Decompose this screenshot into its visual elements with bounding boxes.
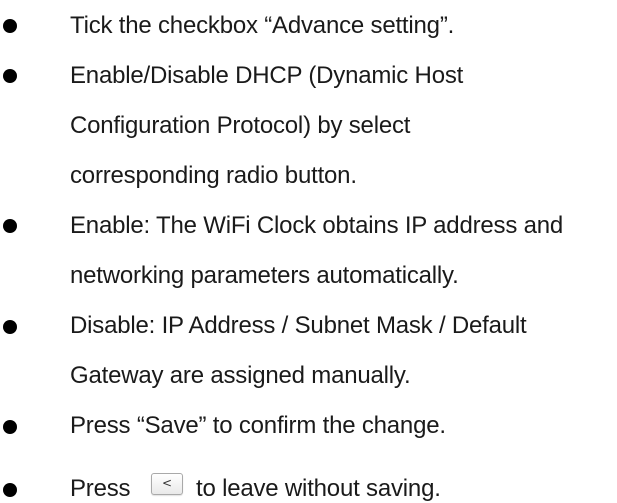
bullet-icon bbox=[3, 19, 17, 33]
bullet-icon bbox=[3, 420, 17, 434]
instruction-text: Press “Save” to confirm the change. bbox=[70, 412, 446, 439]
instruction-text: networking parameters automatically. bbox=[70, 262, 459, 289]
instruction-text-suffix: to leave without saving. bbox=[196, 475, 441, 502]
instruction-text: Enable: The WiFi Clock obtains IP addres… bbox=[70, 212, 564, 239]
instruction-text: Configuration Protocol) by select bbox=[70, 112, 411, 139]
instruction-text-prefix: Press bbox=[70, 475, 131, 502]
bullet-icon bbox=[3, 69, 17, 83]
instruction-list: Tick the checkbox “Advance setting”. Ena… bbox=[0, 0, 617, 502]
bullet-icon bbox=[3, 320, 17, 334]
instruction-text: Tick the checkbox “Advance setting”. bbox=[70, 12, 455, 39]
bullet-icon bbox=[3, 219, 17, 233]
instruction-text: Disable: IP Address / Subnet Mask / Defa… bbox=[70, 312, 527, 339]
back-button[interactable]: < bbox=[151, 473, 183, 495]
instruction-text: Gateway are assigned manually. bbox=[70, 362, 411, 389]
instruction-text: Enable/Disable DHCP (Dynamic Host bbox=[70, 62, 464, 89]
instruction-text: corresponding radio button. bbox=[70, 162, 357, 189]
bullet-icon bbox=[3, 483, 17, 497]
